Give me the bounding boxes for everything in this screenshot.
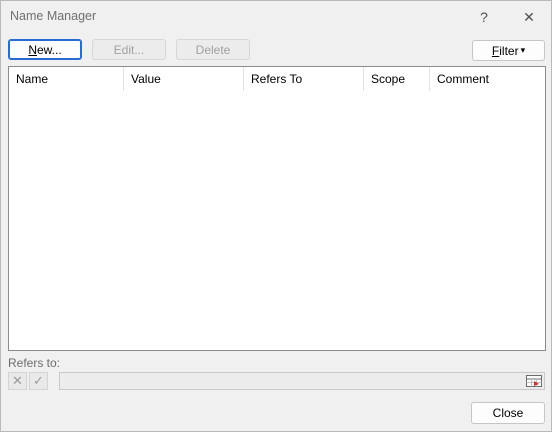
new-button[interactable]: New...: [8, 39, 82, 60]
edit-button-label: Edit...: [113, 42, 145, 57]
confirm-edit-button[interactable]: ✓: [29, 372, 48, 390]
delete-button[interactable]: Delete: [176, 39, 250, 60]
new-button-mnemonic: N: [28, 42, 37, 57]
column-header-name[interactable]: Name: [9, 67, 124, 91]
column-header-comment[interactable]: Comment: [430, 67, 545, 91]
close-window-button[interactable]: ✕: [514, 5, 544, 29]
new-button-label: ew...: [36, 42, 62, 57]
range-collapse-icon[interactable]: [526, 375, 542, 387]
name-manager-dialog: Name Manager ? ✕ New... Edit... Delete F…: [0, 0, 552, 432]
cancel-icon: ✕: [12, 373, 23, 388]
filter-button-label: ilter: [499, 43, 519, 58]
edit-button[interactable]: Edit...: [92, 39, 166, 60]
names-list-header: Name Value Refers To Scope Comment: [9, 67, 545, 91]
column-header-value[interactable]: Value: [124, 67, 244, 91]
window-title: Name Manager: [10, 9, 97, 23]
names-list[interactable]: Name Value Refers To Scope Comment: [8, 66, 546, 351]
refers-to-input[interactable]: [59, 372, 545, 390]
filter-button-mnemonic: F: [491, 43, 500, 58]
delete-button-label: Delete: [195, 42, 231, 57]
help-button[interactable]: ?: [469, 5, 499, 29]
help-icon: ?: [480, 9, 488, 25]
title-bar: Name Manager ? ✕: [1, 1, 551, 33]
range-select-icon: [526, 375, 542, 387]
refers-to-label: Refers to:: [8, 356, 61, 370]
column-header-scope[interactable]: Scope: [364, 67, 430, 91]
close-button[interactable]: Close: [471, 402, 545, 424]
filter-button[interactable]: Filter ▾: [472, 40, 545, 61]
chevron-down-icon: ▾: [520, 45, 526, 55]
checkmark-icon: ✓: [33, 373, 44, 388]
close-button-label: Close: [492, 406, 524, 420]
close-icon: ✕: [523, 8, 535, 25]
column-header-refers-to[interactable]: Refers To: [244, 67, 364, 91]
cancel-edit-button[interactable]: ✕: [8, 372, 27, 390]
